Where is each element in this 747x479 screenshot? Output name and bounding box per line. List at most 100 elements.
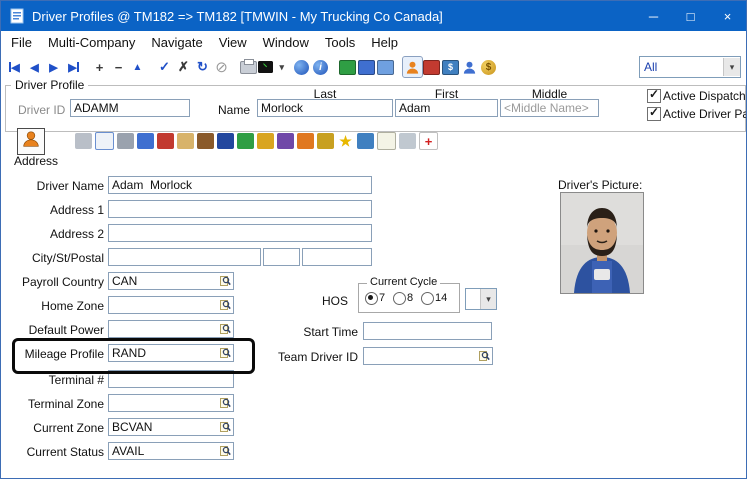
current-status-search-icon[interactable] xyxy=(219,444,232,458)
filter-dropdown-value: All xyxy=(640,60,723,74)
driver-id-field[interactable] xyxy=(70,99,190,117)
prev-record-icon[interactable]: ◀ xyxy=(25,57,44,77)
window-icon[interactable] xyxy=(377,60,394,75)
mileage-profile-field[interactable] xyxy=(108,344,234,362)
cycle-7-label: 7 xyxy=(379,292,385,304)
cycle-dropdown[interactable] xyxy=(465,288,497,310)
driver-profiles-window: Driver Profiles @ TM182 => TM182 [TMWIN … xyxy=(0,0,747,479)
current-zone-field[interactable] xyxy=(108,418,234,436)
menu-multi-company[interactable]: Multi-Company xyxy=(40,33,143,52)
cycle-8-label: 8 xyxy=(407,292,413,304)
command-prompt-icon[interactable]: ▾ xyxy=(258,57,284,77)
printer-icon[interactable] xyxy=(75,133,92,149)
badge-icon[interactable] xyxy=(277,133,294,149)
postal-field[interactable] xyxy=(302,248,372,266)
active-dispatch-checkbox[interactable] xyxy=(647,89,661,103)
current-zone-lookup xyxy=(108,418,234,436)
home-zone-search-icon[interactable] xyxy=(219,298,232,312)
personnel-icon[interactable] xyxy=(460,57,479,77)
default-power-search-icon[interactable] xyxy=(219,322,232,336)
address-tab[interactable] xyxy=(17,128,45,155)
cycle-7-radio[interactable] xyxy=(365,292,378,305)
active-driver-pay-checkbox[interactable] xyxy=(647,107,661,121)
cycle-8-radio[interactable] xyxy=(393,292,406,305)
menu-navigate[interactable]: Navigate xyxy=(143,33,210,52)
team-driver-id-field[interactable] xyxy=(363,347,493,365)
insert-record-icon[interactable]: + xyxy=(90,57,109,77)
chevron-down-icon[interactable] xyxy=(723,58,740,76)
terminal-zone-search-icon[interactable] xyxy=(219,396,232,410)
menu-window[interactable]: Window xyxy=(255,33,317,52)
start-time-field[interactable] xyxy=(363,322,492,340)
refresh-icon[interactable]: ↻ xyxy=(193,57,212,77)
notepad-icon[interactable] xyxy=(377,132,396,150)
post-edit-icon[interactable]: ✓ xyxy=(155,57,174,77)
cards-icon[interactable] xyxy=(177,133,194,149)
minimize-button[interactable]: ─ xyxy=(635,1,672,31)
last-name-field[interactable] xyxy=(257,99,393,117)
state-field[interactable] xyxy=(263,248,300,266)
coins-tab-icon[interactable] xyxy=(257,133,274,149)
current-status-field[interactable] xyxy=(108,442,234,460)
cancel-edit-icon[interactable]: ✗ xyxy=(174,57,193,77)
first-record-icon[interactable]: ◀ xyxy=(6,57,25,77)
current-zone-search-icon[interactable] xyxy=(219,420,232,434)
cycle-14-radio[interactable] xyxy=(421,292,434,305)
title-bar: Driver Profiles @ TM182 => TM182 [TMWIN … xyxy=(1,1,746,31)
fax-icon[interactable] xyxy=(117,133,134,149)
globe-icon[interactable] xyxy=(294,60,309,75)
close-button[interactable]: × xyxy=(709,1,746,31)
driver-name-field[interactable] xyxy=(108,176,372,194)
menu-bar: File Multi-Company Navigate View Window … xyxy=(1,31,746,54)
edit-record-icon[interactable]: ▲ xyxy=(128,57,147,77)
ledger-icon[interactable] xyxy=(339,60,356,75)
id-card-icon[interactable] xyxy=(95,132,114,150)
delete-record-icon[interactable]: − xyxy=(109,57,128,77)
keys-icon[interactable] xyxy=(317,133,334,149)
address1-field[interactable] xyxy=(108,200,372,218)
next-record-icon[interactable]: ▶ xyxy=(44,57,63,77)
home-zone-lookup xyxy=(108,296,234,314)
address2-label: Address 2 xyxy=(1,227,104,241)
people-icon[interactable] xyxy=(137,133,154,149)
filter-dropdown[interactable]: All xyxy=(639,56,741,78)
medical-plus-icon[interactable]: + xyxy=(419,132,438,150)
driver-icon[interactable] xyxy=(403,57,422,77)
middle-name-field[interactable] xyxy=(500,99,599,117)
home-zone-field[interactable] xyxy=(108,296,234,314)
terminal-zone-lookup xyxy=(108,394,234,412)
team-icon[interactable] xyxy=(297,133,314,149)
maximize-button[interactable]: □ xyxy=(672,1,709,31)
wallet-icon[interactable] xyxy=(197,133,214,149)
current-zone-label: Current Zone xyxy=(1,421,104,435)
star-icon[interactable]: ★ xyxy=(337,133,354,149)
mileage-profile-search-icon[interactable] xyxy=(219,346,232,360)
address2-field[interactable] xyxy=(108,224,372,242)
payroll-country-search-icon[interactable] xyxy=(219,274,232,288)
default-power-field[interactable] xyxy=(108,320,234,338)
cup-icon[interactable] xyxy=(237,133,254,149)
payroll-country-field[interactable] xyxy=(108,272,234,290)
menu-tools[interactable]: Tools xyxy=(317,33,363,52)
first-name-field[interactable] xyxy=(395,99,498,117)
pay-window-icon[interactable]: $ xyxy=(442,60,459,75)
info-icon[interactable]: i xyxy=(313,60,328,75)
menu-view[interactable]: View xyxy=(211,33,255,52)
folder-icon[interactable] xyxy=(358,60,375,75)
city-field[interactable] xyxy=(108,248,261,266)
terminal-number-field[interactable] xyxy=(108,370,234,388)
menu-help[interactable]: Help xyxy=(363,33,406,52)
terminal-zone-field[interactable] xyxy=(108,394,234,412)
readonly-icon[interactable]: ⊘ xyxy=(212,57,231,77)
phone-icon[interactable] xyxy=(217,133,234,149)
clipboard-icon[interactable] xyxy=(399,133,416,149)
truck-icon[interactable] xyxy=(423,60,440,75)
menu-file[interactable]: File xyxy=(3,33,40,52)
book-icon[interactable] xyxy=(157,133,174,149)
coins-icon[interactable]: $ xyxy=(481,60,496,75)
payroll-country-label: Payroll Country xyxy=(1,275,104,289)
team-driver-id-search-icon[interactable] xyxy=(478,349,491,363)
print-icon[interactable] xyxy=(239,57,258,77)
last-record-icon[interactable]: ▶ xyxy=(63,57,82,77)
chart-icon[interactable] xyxy=(357,133,374,149)
